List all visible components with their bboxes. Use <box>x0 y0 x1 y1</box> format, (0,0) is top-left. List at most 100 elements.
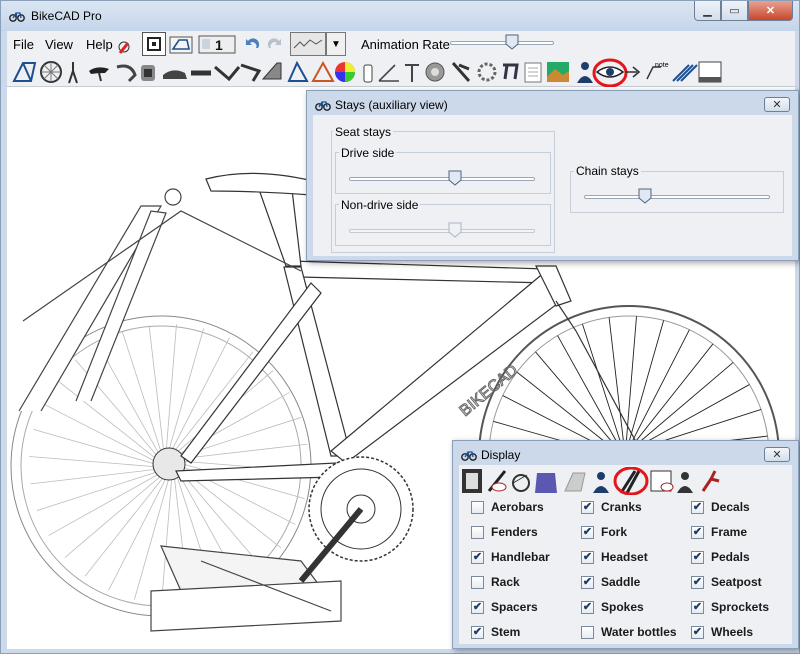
jersey-icon[interactable] <box>535 473 557 493</box>
menu-view[interactable]: View <box>45 37 73 52</box>
checkbox[interactable]: ✔ <box>471 550 484 564</box>
frame-tool-icon[interactable] <box>12 62 37 82</box>
display-option-seatpost[interactable]: ✔ Seatpost <box>691 575 762 589</box>
display-option-frame[interactable]: ✔ Frame <box>691 525 747 539</box>
fender-tool-icon[interactable] <box>261 62 282 80</box>
undo-button[interactable] <box>240 32 264 56</box>
display-option-fenders[interactable]: Fenders <box>471 525 538 539</box>
display-option-cranks[interactable]: ✔ Cranks <box>581 500 642 514</box>
display-option-sprockets[interactable]: ✔ Sprockets <box>691 600 769 614</box>
checkbox[interactable]: ✔ <box>581 550 594 564</box>
ghost-bike-icon[interactable] <box>564 472 586 492</box>
angle-tool-icon[interactable] <box>378 64 399 82</box>
checkbox[interactable]: ✔ <box>691 525 704 539</box>
display-option-stem[interactable]: ✔ Stem <box>471 625 520 639</box>
runner-icon[interactable] <box>701 470 720 492</box>
dropbar-tool-icon[interactable] <box>240 63 262 82</box>
bike-eye-icon[interactable] <box>512 474 530 492</box>
checkbox[interactable]: ✔ <box>691 600 704 614</box>
display-option-saddle[interactable]: ✔ Saddle <box>581 575 640 589</box>
non-drive-side-slider-thumb[interactable] <box>448 222 462 238</box>
bike-red-icon <box>118 41 130 54</box>
animation-rate-slider-thumb[interactable] <box>505 34 519 50</box>
image-tool-icon[interactable] <box>547 62 569 82</box>
display-option-water-bottles[interactable]: Water bottles <box>581 625 677 639</box>
blank-tool-icon[interactable] <box>698 61 722 83</box>
redo-button[interactable] <box>263 32 287 56</box>
display-option-spacers[interactable]: ✔ Spacers <box>471 600 538 614</box>
bottle-tool-icon[interactable] <box>363 64 373 83</box>
checkbox[interactable] <box>471 500 484 514</box>
handlebar-tool-icon[interactable] <box>116 64 137 83</box>
display-option-rack[interactable]: Rack <box>471 575 520 589</box>
wheel-tool-icon[interactable] <box>40 61 62 83</box>
rack-tool-icon[interactable] <box>503 63 519 80</box>
select-tool-button[interactable] <box>142 32 166 56</box>
checkbox[interactable]: ✔ <box>691 625 704 639</box>
stays-close-button[interactable]: ✕ <box>764 97 790 112</box>
stripes-tool-icon[interactable] <box>672 64 698 82</box>
pen-eye-icon[interactable] <box>487 470 507 492</box>
style-selector[interactable] <box>290 32 326 56</box>
color-wheel-icon[interactable] <box>335 62 355 82</box>
checkbox[interactable]: ✔ <box>691 575 704 589</box>
checkbox[interactable]: ✔ <box>581 600 594 614</box>
animation-rate-slider[interactable] <box>450 41 554 45</box>
chain-stays-slider-thumb[interactable] <box>638 188 652 204</box>
headset-tool-icon[interactable] <box>141 65 155 81</box>
display-option-decals[interactable]: ✔ Decals <box>691 500 750 514</box>
minimize-button[interactable]: ▁ <box>694 1 721 21</box>
checkbox[interactable] <box>471 575 484 589</box>
title-bar[interactable]: BikeCAD Pro ▁ ▭ ✕ <box>1 1 799 31</box>
checkbox[interactable]: ✔ <box>691 500 704 514</box>
bike-red-tool-button[interactable] <box>117 32 141 56</box>
display-option-headset[interactable]: ✔ Headset <box>581 550 648 564</box>
frame-red-icon[interactable] <box>311 60 335 82</box>
person-eye-icon[interactable] <box>677 472 693 493</box>
menu-help[interactable]: Help <box>86 37 113 52</box>
shoe-tool-icon[interactable] <box>163 70 187 79</box>
checkbox[interactable]: ✔ <box>581 575 594 589</box>
seatpost-tool-icon[interactable] <box>405 64 419 82</box>
rider-tool-icon[interactable] <box>577 62 593 83</box>
checkbox[interactable]: ✔ <box>471 625 484 639</box>
display-option-spokes[interactable]: ✔ Spokes <box>581 600 644 614</box>
cassette-tool-icon[interactable] <box>425 62 445 82</box>
maximize-button[interactable]: ▭ <box>721 1 748 21</box>
film-icon[interactable] <box>462 469 482 493</box>
chain-stays-slider[interactable] <box>584 195 770 199</box>
dimension-tri-icon[interactable] <box>287 60 309 82</box>
display-close-button[interactable]: ✕ <box>764 447 790 462</box>
close-button[interactable]: ✕ <box>748 1 793 21</box>
dimension-tool-button[interactable]: 1 <box>197 32 237 56</box>
display-option-fork[interactable]: ✔ Fork <box>581 525 627 539</box>
checkbox[interactable]: ✔ <box>581 525 594 539</box>
gear-tool-icon[interactable] <box>477 62 497 82</box>
style-dropdown-button[interactable]: ▼ <box>326 32 346 56</box>
drive-side-slider-thumb[interactable] <box>448 170 462 186</box>
non-drive-side-slider[interactable] <box>349 229 535 233</box>
checkbox[interactable] <box>471 525 484 539</box>
menu-file[interactable]: File <box>13 37 34 52</box>
display-option-handlebar[interactable]: ✔ Handlebar <box>471 550 550 564</box>
note-tool-icon[interactable]: note <box>646 62 669 80</box>
display-option-aerobars[interactable]: Aerobars <box>471 500 544 514</box>
eye-view-icon[interactable] <box>595 66 625 78</box>
checkbox[interactable]: ✔ <box>581 500 594 514</box>
display-option-wheels[interactable]: ✔ Wheels <box>691 625 753 639</box>
saddle-tool-icon[interactable] <box>89 67 109 82</box>
checkbox[interactable]: ✔ <box>691 550 704 564</box>
display-option-pedals[interactable]: ✔ Pedals <box>691 550 750 564</box>
checkbox[interactable]: ✔ <box>471 600 484 614</box>
checkbox-label: Decals <box>711 500 750 514</box>
rider-eye-icon[interactable] <box>593 472 609 493</box>
checkbox[interactable] <box>581 625 594 639</box>
frame-view-tool-button[interactable] <box>169 32 193 56</box>
film-red-icon[interactable] <box>650 470 674 492</box>
fork-tool-icon[interactable] <box>68 62 78 84</box>
notes-tool-icon[interactable] <box>524 62 542 83</box>
drive-side-slider[interactable] <box>349 177 535 181</box>
crank-tool-icon[interactable] <box>214 65 241 82</box>
brake-tool-icon[interactable] <box>451 62 471 82</box>
seatstay-icon[interactable] <box>619 470 641 494</box>
